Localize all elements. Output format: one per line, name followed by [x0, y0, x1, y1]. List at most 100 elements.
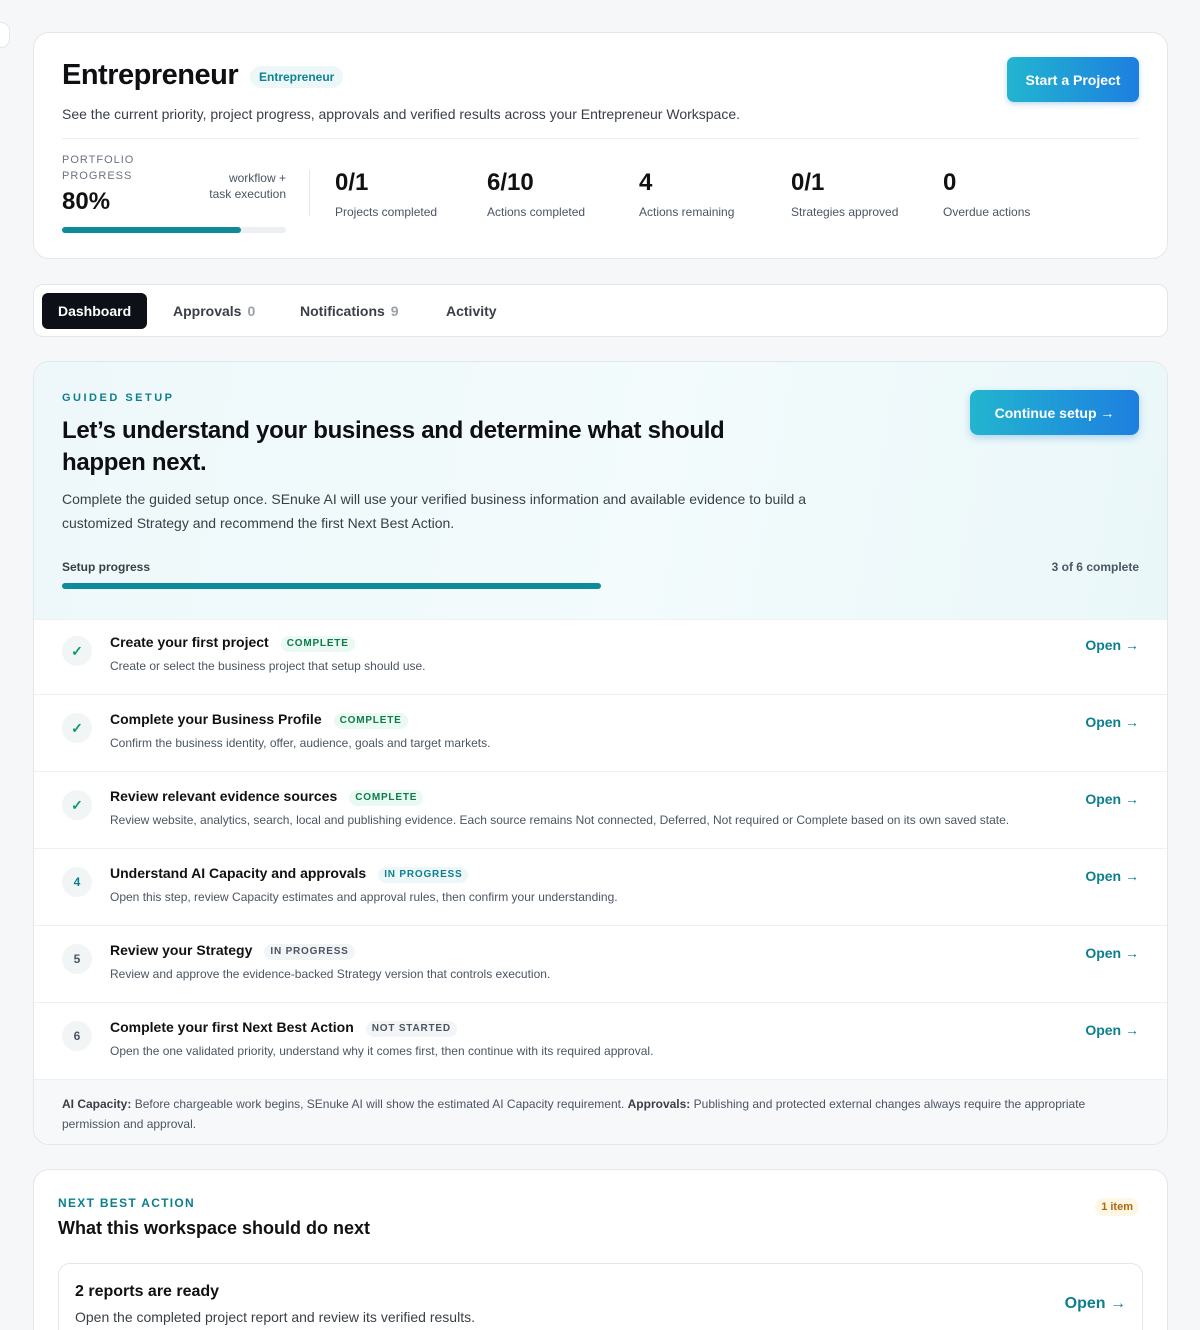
- step-description: Confirm the business identity, offer, au…: [110, 736, 491, 750]
- setup-progress-fill: [62, 583, 601, 589]
- nba-item-title: 2 reports are ready: [75, 1283, 220, 1300]
- stat-projects-completed: 0/1 Projects completed: [335, 169, 437, 219]
- nba-open-link[interactable]: Open →: [1065, 1295, 1126, 1313]
- step-title-text: Complete your first Next Best Action: [110, 1019, 354, 1035]
- divider: [309, 170, 310, 216]
- status-badge: COMPLETE: [349, 790, 424, 806]
- setup-progress-label: Setup progress: [62, 560, 151, 574]
- nba-item[interactable]: 2 reports are ready Open the completed p…: [58, 1263, 1143, 1330]
- step-title-text: Create your first project: [110, 634, 269, 650]
- check-icon: ✓: [62, 713, 92, 743]
- setup-step: ✓ Create your first project COMPLETE Crea…: [34, 618, 1167, 695]
- stat-label: Strategies approved: [791, 205, 899, 219]
- step-title: Review your Strategy IN PROGRESS: [110, 942, 355, 960]
- status-badge: COMPLETE: [333, 713, 408, 729]
- tab-count: 0: [247, 303, 256, 319]
- guided-setup-eyebrow: GUIDED SETUP: [62, 392, 175, 404]
- stat-overdue-actions: 0 Overdue actions: [943, 169, 1030, 219]
- guided-setup-card: GUIDED SETUP Let’s understand your busin…: [33, 361, 1168, 1145]
- tab-label: Approvals: [173, 303, 242, 319]
- stat-strategies-approved: 0/1 Strategies approved: [791, 169, 898, 219]
- workspace-type-badge: Entrepreneur: [250, 66, 344, 88]
- step-title: Complete your Business Profile COMPLETE: [110, 711, 408, 729]
- step-description: Review and approve the evidence-backed S…: [110, 967, 551, 981]
- tab-count: 9: [390, 303, 399, 319]
- step-title-text: Complete your Business Profile: [110, 711, 322, 727]
- stat-value: 6/10: [487, 169, 534, 196]
- check-icon: ✓: [62, 636, 92, 666]
- tab-activity[interactable]: Activity: [446, 293, 497, 329]
- step-open-link[interactable]: Open →: [1085, 637, 1139, 653]
- setup-step: 5 Review your Strategy IN PROGRESS Review…: [34, 926, 1167, 1003]
- collapse-handle[interactable]: [0, 22, 10, 48]
- check-icon: ✓: [62, 790, 92, 820]
- setup-step: 4 Understand AI Capacity and approvals IN…: [34, 849, 1167, 926]
- step-title: Understand AI Capacity and approvals IN P…: [110, 865, 469, 883]
- setup-progress-count: 3 of 6 complete: [1051, 560, 1139, 574]
- tab-label: Activity: [446, 303, 497, 319]
- tab-bar: Dashboard Approvals 0 Notifications 9 Acti…: [33, 284, 1168, 337]
- step-title-text: Review relevant evidence sources: [110, 788, 338, 804]
- start-project-button[interactable]: Start a Project: [1007, 57, 1139, 102]
- step-title: Review relevant evidence sources COMPLETE: [110, 788, 424, 806]
- step-title: Create your first project COMPLETE: [110, 634, 355, 652]
- stat-actions-completed: 6/10 Actions completed: [487, 169, 585, 219]
- continue-setup-button[interactable]: Continue setup →: [970, 390, 1139, 435]
- step-number: 6: [62, 1021, 92, 1051]
- step-title: Complete your first Next Best Action NOT …: [110, 1019, 457, 1037]
- nba-item-description: Open the completed project report and re…: [75, 1309, 475, 1325]
- step-description: Open the one validated priority, underst…: [110, 1044, 654, 1058]
- tab-approvals[interactable]: Approvals 0: [173, 293, 255, 329]
- guided-setup-description: Complete the guided setup once. SEnuke A…: [62, 491, 807, 531]
- portfolio-progress-bar: [62, 227, 286, 233]
- stat-value: 0: [943, 169, 957, 196]
- status-badge: COMPLETE: [280, 636, 355, 652]
- divider: [62, 138, 1139, 139]
- guided-setup-footnote: AI Capacity: Before chargeable work begi…: [34, 1080, 1167, 1144]
- stat-label: Actions remaining: [639, 205, 735, 219]
- step-open-link[interactable]: Open →: [1085, 868, 1139, 884]
- next-best-action-card: NEXT BEST ACTION What this workspace sho…: [33, 1169, 1168, 1330]
- stat-value: 0/1: [335, 169, 369, 196]
- tab-notifications[interactable]: Notifications 9: [300, 293, 399, 329]
- stat-label: Projects completed: [335, 205, 438, 219]
- step-description: Create or select the business project th…: [110, 659, 426, 673]
- page-subtitle: See the current priority, project progre…: [62, 106, 741, 122]
- stat-actions-remaining: 4 Actions remaining: [639, 169, 734, 219]
- stat-value: 0/1: [791, 169, 825, 196]
- setup-step: ✓ Review relevant evidence sources COMPLE…: [34, 772, 1167, 849]
- nba-eyebrow: NEXT BEST ACTION: [58, 1196, 196, 1210]
- step-open-link[interactable]: Open →: [1085, 1022, 1139, 1038]
- capacity-text: Before chargeable work begins, SEnuke AI…: [131, 1097, 628, 1111]
- setup-step: ✓ Complete your Business Profile COMPLETE…: [34, 695, 1167, 772]
- step-open-link[interactable]: Open →: [1085, 791, 1139, 807]
- tab-dashboard[interactable]: Dashboard: [42, 293, 148, 329]
- guided-setup-title: Let’s understand your business and deter…: [62, 417, 725, 476]
- tab-label: Dashboard: [58, 303, 132, 319]
- status-badge: NOT STARTED: [365, 1021, 457, 1037]
- step-title-text: Understand AI Capacity and approvals: [110, 865, 367, 881]
- status-badge: IN PROGRESS: [378, 867, 469, 883]
- step-description: Review website, analytics, search, local…: [110, 813, 1010, 827]
- step-description: Open this step, review Capacity estimate…: [110, 890, 618, 904]
- page-title: Entrepreneur: [62, 59, 239, 91]
- step-open-link[interactable]: Open →: [1085, 714, 1139, 730]
- step-number: 5: [62, 944, 92, 974]
- step-number: 4: [62, 867, 92, 897]
- step-title-text: Review your Strategy: [110, 942, 253, 958]
- approvals-label: Approvals:: [627, 1097, 691, 1111]
- workspace-header-card: Entrepreneur Entrepreneur Start a Projec…: [33, 32, 1168, 259]
- stat-label: Actions completed: [487, 205, 586, 219]
- stat-label: Overdue actions: [943, 205, 1031, 219]
- capacity-label: AI Capacity:: [62, 1097, 132, 1111]
- tab-label: Notifications: [300, 303, 385, 319]
- portfolio-progress-label: PORTFOLIO PROGRESS: [62, 154, 135, 182]
- stat-value: 4: [639, 169, 653, 196]
- portfolio-progress-value: 80%: [62, 188, 111, 215]
- portfolio-progress-fill: [62, 227, 242, 233]
- item-count-badge: 1 item: [1095, 1198, 1139, 1216]
- status-badge: IN PROGRESS: [264, 944, 355, 960]
- step-open-link[interactable]: Open →: [1085, 945, 1139, 961]
- setup-step: 6 Complete your first Next Best Action NO…: [34, 1003, 1167, 1080]
- portfolio-progress-note: workflow + task execution: [209, 171, 286, 201]
